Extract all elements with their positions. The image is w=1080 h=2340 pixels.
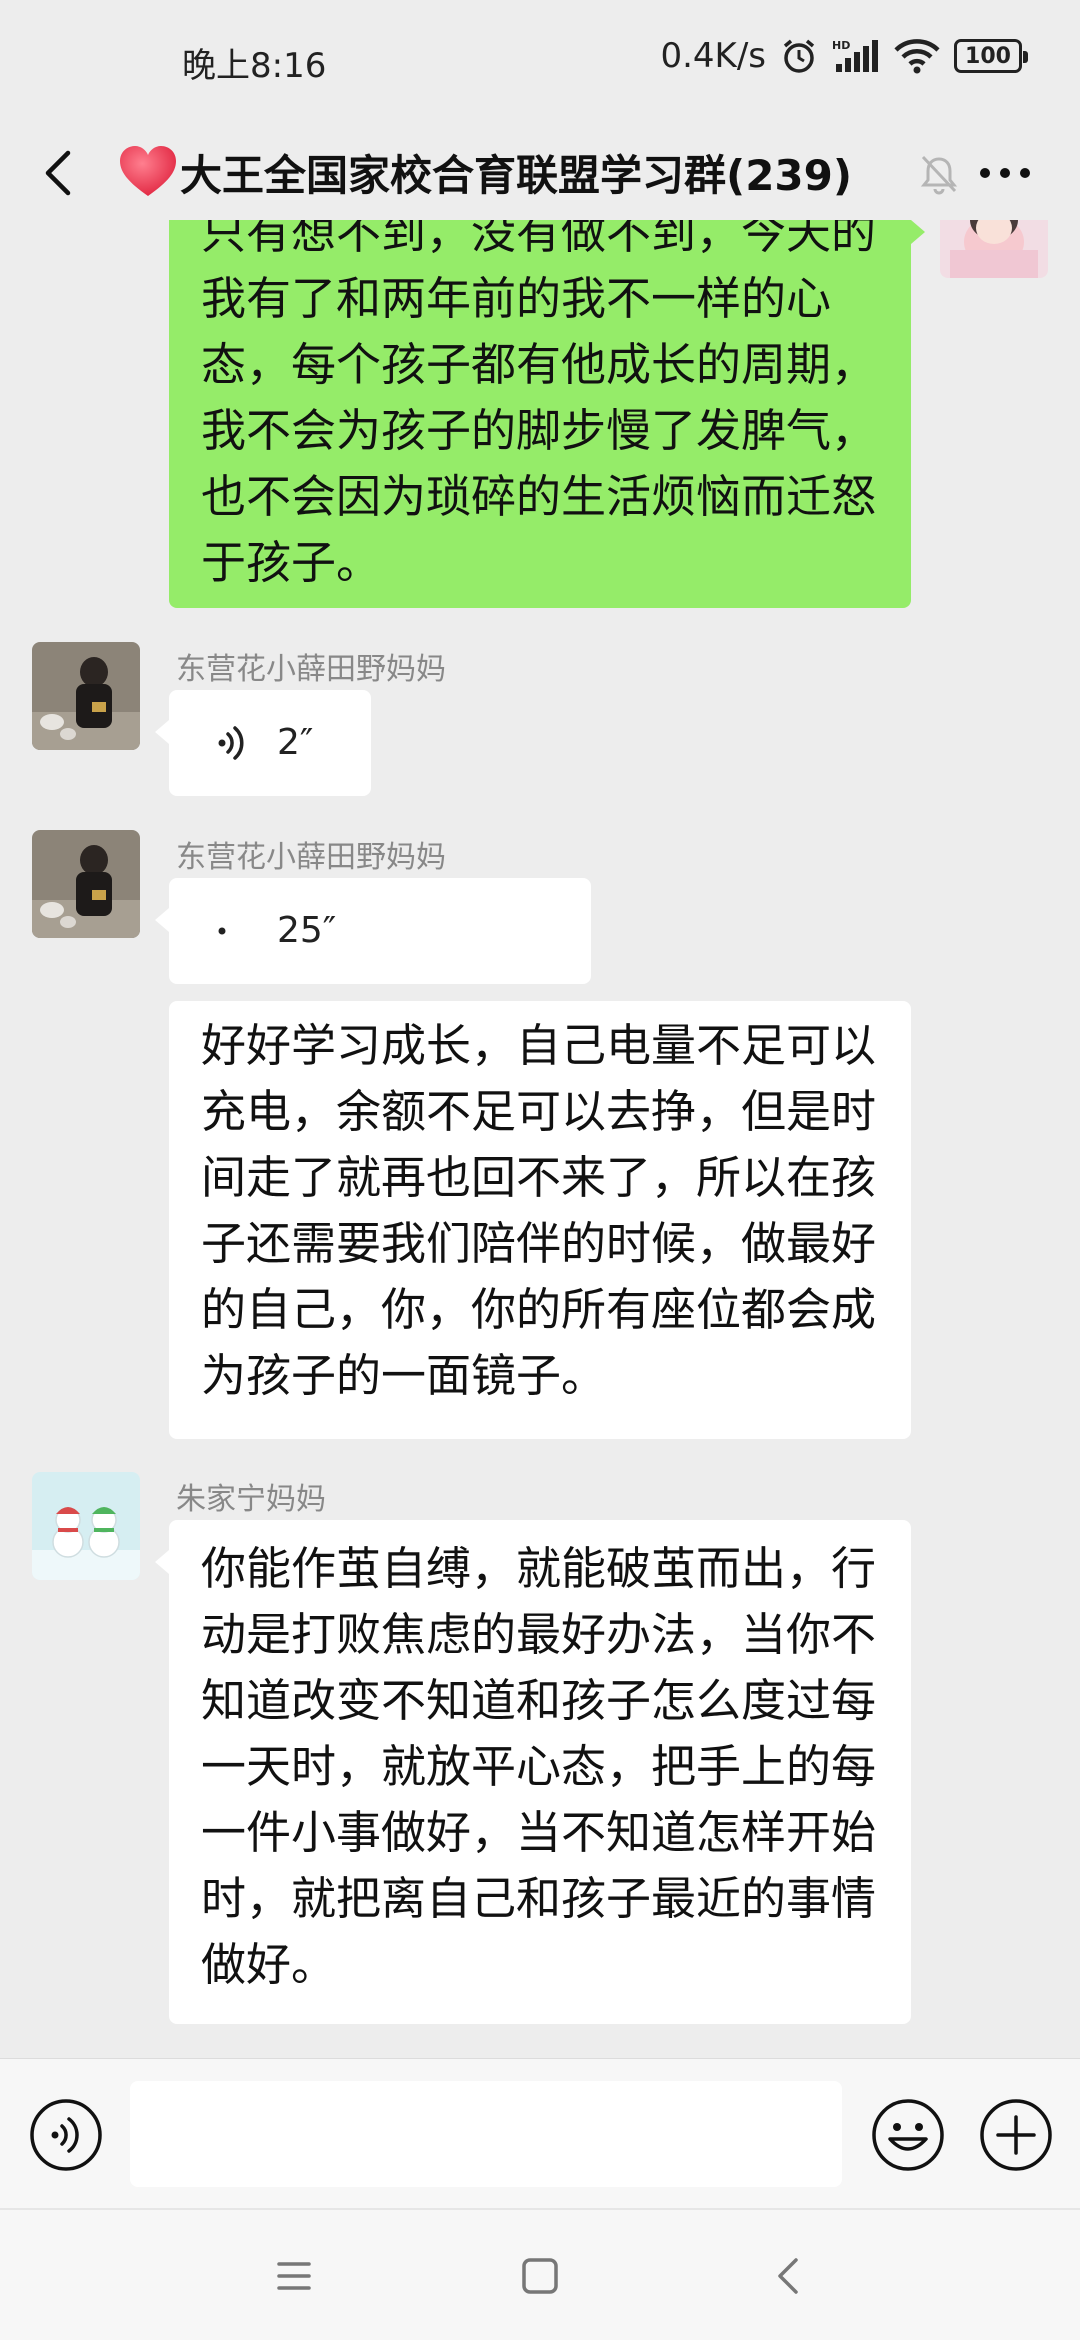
emoji-icon[interactable] bbox=[870, 2097, 946, 2173]
status-icons: 0.4K/s HD 100 bbox=[660, 36, 1028, 76]
message-line: 只有想不到，没有做不到，今天的 bbox=[201, 220, 877, 259]
plus-icon[interactable] bbox=[978, 2097, 1054, 2173]
my-avatar[interactable] bbox=[940, 220, 1048, 278]
voice-wave-icon bbox=[218, 726, 244, 760]
network-speed: 0.4K/s bbox=[660, 36, 766, 76]
message-line: 一天时，就放平心态，把手上的每 bbox=[201, 1740, 877, 1793]
sender-avatar[interactable] bbox=[32, 642, 140, 750]
message-line: 知道改变不知道和孩子怎么度过每 bbox=[201, 1674, 877, 1727]
message-line: 动是打败焦虑的最好办法，当你不 bbox=[201, 1608, 877, 1661]
svg-text:HD: HD bbox=[832, 39, 850, 52]
message-line: 为孩子的一面镜子。 bbox=[201, 1349, 607, 1402]
message-line: 态，每个孩子都有他成长的周期， bbox=[201, 338, 877, 391]
snowman-avatar-icon bbox=[32, 1472, 140, 1580]
voice-duration: 25″ bbox=[277, 910, 337, 951]
message-input[interactable] bbox=[130, 2081, 842, 2187]
message-line: 我不会为孩子的脚步慢了发脾气， bbox=[201, 404, 877, 457]
message-line: 的自己，你，你的所有座位都会成 bbox=[201, 1283, 877, 1336]
message-line: 你能作茧自缚，就能破茧而出，行 bbox=[201, 1542, 877, 1595]
voice-message[interactable]: 2″ bbox=[155, 690, 371, 796]
more-icon[interactable] bbox=[975, 147, 1035, 199]
sender-name: 朱家宁妈妈 bbox=[176, 1482, 326, 1517]
chat-title-text: 大王全国家校合育联盟学习群(239) bbox=[180, 150, 853, 200]
chat-title: 大王全国家校合育联盟学习群(239) bbox=[118, 139, 918, 205]
back-nav-icon[interactable] bbox=[760, 2246, 820, 2306]
mute-bell-icon bbox=[920, 155, 958, 195]
sender-name: 东营花小薛田野妈妈 bbox=[176, 652, 446, 687]
message-line: 间走了就再也回不来了，所以在孩 bbox=[201, 1151, 877, 1204]
voice-message[interactable]: 25″ bbox=[155, 878, 591, 984]
message-line: 一件小事做好，当不知道怎样开始 bbox=[201, 1806, 877, 1859]
sender-avatar[interactable] bbox=[32, 830, 140, 938]
home-icon[interactable] bbox=[510, 2246, 570, 2306]
battery-level: 100 bbox=[965, 43, 1011, 69]
heart-icon bbox=[120, 146, 176, 196]
message-list[interactable]: 只有想不到，没有做不到，今天的 我有了和两年前的我不一样的心 态，每个孩子都有他… bbox=[0, 220, 1080, 2058]
voice-input-icon[interactable] bbox=[28, 2097, 104, 2173]
voice-duration: 2″ bbox=[277, 722, 314, 763]
sender-name: 东营花小薛田野妈妈 bbox=[176, 840, 446, 875]
message-line: 子还需要我们陪伴的时候，做最好 bbox=[201, 1217, 877, 1270]
message-line: 时，就把离自己和孩子最近的事情 bbox=[201, 1872, 877, 1925]
status-bar: 晚上8:16 0.4K/s HD 100 bbox=[0, 0, 1080, 125]
system-nav-bar bbox=[0, 2208, 1080, 2340]
back-icon[interactable] bbox=[30, 143, 90, 203]
alarm-icon bbox=[783, 39, 815, 73]
sent-text-message[interactable]: 只有想不到，没有做不到，今天的 我有了和两年前的我不一样的心 态，每个孩子都有他… bbox=[169, 220, 925, 608]
input-bar bbox=[0, 2058, 1080, 2208]
status-time: 晚上8:16 bbox=[182, 46, 327, 86]
avatar-photo-icon bbox=[32, 830, 140, 938]
message-line: 好好学习成长，自己电量不足可以 bbox=[201, 1019, 877, 1072]
message-line: 我有了和两年前的我不一样的心 bbox=[201, 272, 832, 325]
message-line: 充电，余额不足可以去挣，但是时 bbox=[201, 1085, 877, 1138]
avatar-photo-icon bbox=[32, 642, 140, 750]
voice-wave-icon bbox=[218, 927, 226, 935]
sender-avatar[interactable] bbox=[32, 1472, 140, 1580]
message-line: 做好。 bbox=[201, 1938, 337, 1991]
message-line: 于孩子。 bbox=[201, 536, 382, 589]
message-line: 也不会因为琐碎的生活烦恼而迁怒 bbox=[201, 470, 877, 523]
avatar-photo-icon bbox=[940, 220, 1048, 278]
battery-icon: 100 bbox=[954, 39, 1028, 73]
chat-header: 大王全国家校合育联盟学习群(239) bbox=[0, 125, 1080, 220]
menu-icon[interactable] bbox=[264, 2246, 324, 2306]
wifi-icon bbox=[894, 39, 940, 74]
hd-signal-icon: HD bbox=[832, 39, 878, 72]
received-text-message[interactable]: 好好学习成长，自己电量不足可以 充电，余额不足可以去挣，但是时 间走了就再也回不… bbox=[169, 1001, 911, 1439]
received-text-message[interactable]: 你能作茧自缚，就能破茧而出，行 动是打败焦虑的最好办法，当你不 知道改变不知道和… bbox=[155, 1520, 911, 2024]
